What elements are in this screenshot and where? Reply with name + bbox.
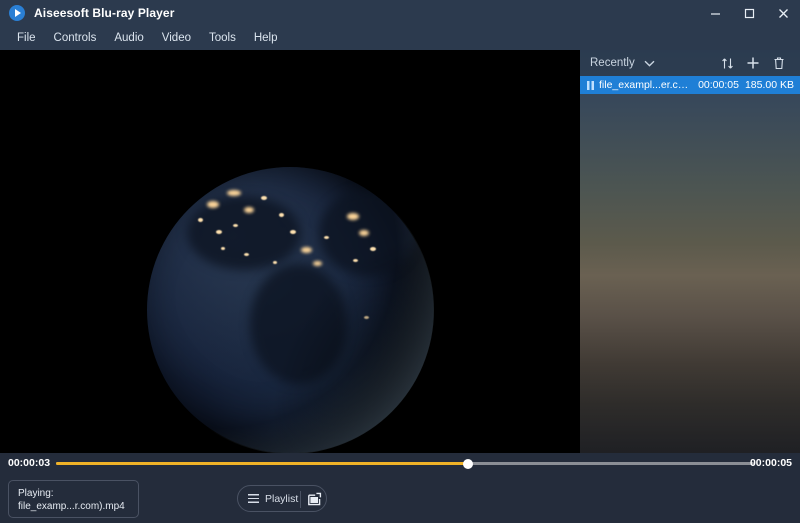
plus-icon[interactable] [740, 52, 766, 74]
menu-item-video[interactable]: Video [153, 29, 200, 47]
now-playing-label: Playing: [18, 488, 54, 499]
playlist-panel: Recently file_exampl...er.com 00:00:05 1… [580, 50, 800, 453]
controls-row: Playing: file_examp...r.com).mp4 Playlis… [0, 475, 800, 523]
current-time-label: 00:00:03 [8, 457, 51, 469]
playlist-item-name: file_exampl...er.com).mp4 [599, 79, 693, 91]
playlist-filter-label[interactable]: Recently [590, 57, 635, 69]
sort-arrows-icon[interactable] [714, 52, 740, 74]
video-stage[interactable] [0, 50, 580, 453]
menu-item-audio[interactable]: Audio [105, 29, 152, 47]
window-title: Aiseesoft Blu-ray Player [34, 6, 175, 20]
close-icon[interactable] [766, 0, 800, 26]
window-controls [698, 0, 800, 26]
hamburger-icon [248, 494, 259, 503]
menu-bar: File Controls Audio Video Tools Help [0, 26, 800, 50]
seek-progress-fill [56, 462, 468, 465]
pause-indicator-icon [587, 80, 594, 90]
playlist-button-label: Playlist [265, 492, 299, 505]
player-window: Aiseesoft Blu-ray Player File Controls A… [0, 0, 800, 523]
bottom-control-bar: 00:00:03 00:00:05 Playing: file_examp...… [0, 453, 800, 523]
trash-icon[interactable] [766, 52, 792, 74]
total-time-label: 00:00:05 [749, 457, 792, 469]
seek-slider[interactable] [56, 458, 754, 469]
pop-out-window-icon[interactable] [307, 492, 322, 507]
chevron-down-icon[interactable] [644, 54, 655, 72]
playlist-panel-header: Recently [580, 50, 800, 76]
title-bar: Aiseesoft Blu-ray Player [0, 0, 800, 26]
play-circle-icon [9, 5, 25, 21]
now-playing-filename: file_examp...r.com).mp4 [18, 501, 125, 512]
playlist-item[interactable]: file_exampl...er.com).mp4 00:00:05 185.0… [580, 76, 800, 94]
minimize-icon[interactable] [698, 0, 732, 26]
playlist-item-duration: 00:00:05 [698, 79, 739, 91]
seek-row: 00:00:03 00:00:05 [0, 453, 800, 475]
divider [300, 491, 301, 508]
playlist-item-size: 185.00 KB [744, 79, 794, 91]
playlist-toggle-button[interactable]: Playlist [237, 485, 327, 512]
menu-item-controls[interactable]: Controls [45, 29, 106, 47]
video-frame-earth [146, 166, 434, 453]
menu-item-tools[interactable]: Tools [200, 29, 245, 47]
menu-item-help[interactable]: Help [245, 29, 287, 47]
seek-handle[interactable] [462, 458, 473, 469]
now-playing-box: Playing: file_examp...r.com).mp4 [8, 480, 139, 518]
maximize-icon[interactable] [732, 0, 766, 26]
menu-item-file[interactable]: File [8, 29, 45, 47]
